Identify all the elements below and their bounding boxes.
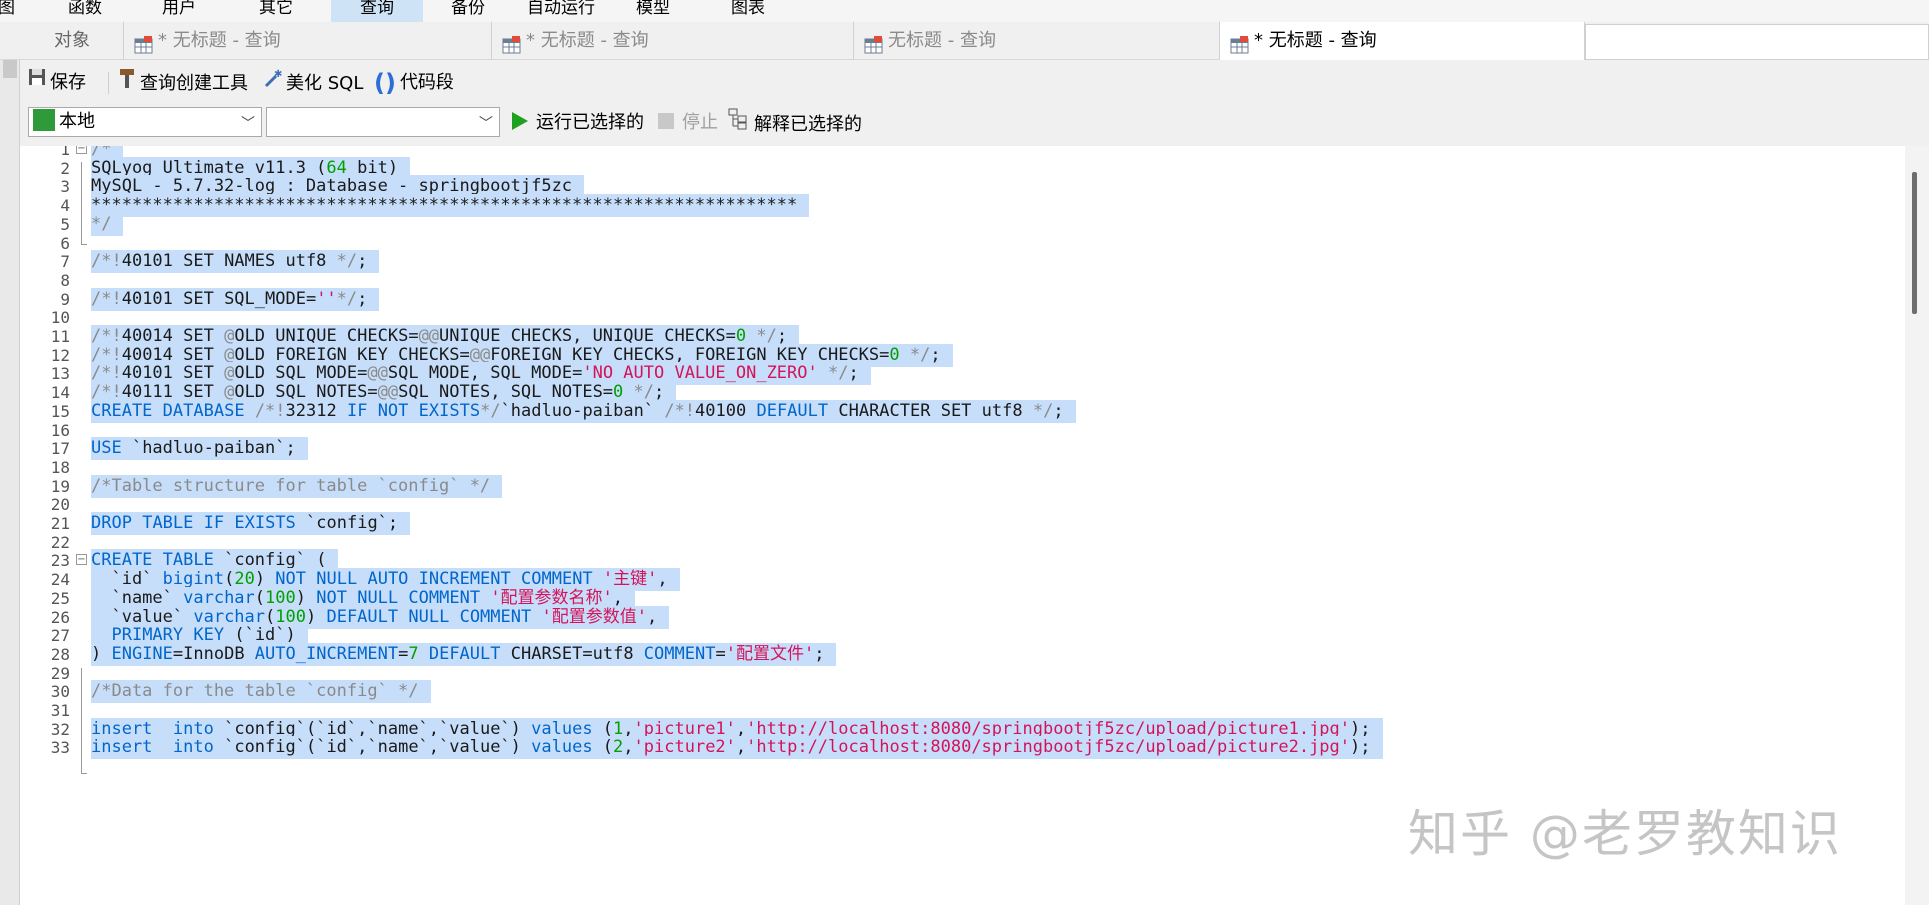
- menu-item-backup[interactable]: 备份: [445, 0, 491, 22]
- fold-guide: [81, 162, 82, 244]
- table-icon: [134, 30, 154, 54]
- watermark: 知乎 @老罗教知识: [1408, 805, 1842, 863]
- connection-row: 本地 ﹀ ﹀ 运行已选择的 停止 解释已选择的: [20, 104, 1929, 140]
- menu-item-schema[interactable]: 模型: [630, 0, 676, 22]
- toolbar-divider: [108, 72, 109, 94]
- chevron-down-icon: ﹀: [241, 116, 255, 132]
- sql-editor[interactable]: 1−/* 2 SQLyog Ultimate v11.3 (64 bit) 3 MySQ…: [20, 146, 1905, 905]
- menu-item-scheduled[interactable]: 自动运行: [521, 0, 601, 22]
- search-box[interactable]: [1585, 24, 1929, 60]
- menu-item-view[interactable]: 图: [0, 0, 21, 22]
- query-toolbar: 保存 查询创建工具 ✱ 美化 SQL () 代码段: [20, 62, 1929, 104]
- query-builder-button[interactable]: 查询创建工具: [118, 68, 248, 96]
- tab-query-2[interactable]: * 无标题 - 查询: [492, 22, 854, 60]
- connection-select[interactable]: 本地 ﹀: [28, 107, 262, 137]
- stop-icon: [658, 113, 674, 129]
- menu-item-charts[interactable]: 图表: [725, 0, 771, 22]
- query-builder-label: 查询创建工具: [140, 73, 248, 94]
- fold-guide-end: [81, 773, 87, 774]
- beautify-sql-button[interactable]: ✱ 美化 SQL: [262, 68, 364, 96]
- connection-icon: [33, 109, 55, 131]
- vertical-scrollbar[interactable]: [1905, 146, 1929, 905]
- fold-toggle-icon[interactable]: −: [76, 146, 87, 154]
- tab-label: 无标题 - 查询: [888, 30, 996, 51]
- menu-bar: 图 函数 用户 其它 查询 备份 自动运行 模型 图表: [0, 0, 1929, 22]
- fold-guide-end: [81, 244, 87, 245]
- magic-wand-icon: ✱: [262, 68, 282, 96]
- snippets-label: 代码段: [399, 72, 454, 93]
- save-icon: [28, 68, 46, 94]
- explain-selected-button[interactable]: 解释已选择的: [728, 108, 862, 138]
- line-number: 33: [50, 738, 70, 758]
- run-selected-label: 运行已选择的: [536, 112, 644, 133]
- save-button[interactable]: 保存: [28, 68, 86, 96]
- table-icon: [1230, 30, 1250, 54]
- run-selected-button[interactable]: 运行已选择的: [512, 110, 644, 136]
- stop-button[interactable]: 停止: [658, 110, 718, 136]
- code-line[interactable]: 33 insert into `config`(`id`,`name`,`valu…: [20, 736, 1905, 760]
- tab-query-3[interactable]: 无标题 - 查询: [854, 22, 1220, 60]
- menu-item-others[interactable]: 其它: [253, 0, 299, 22]
- table-icon: [864, 30, 884, 54]
- play-icon: [512, 112, 528, 130]
- tab-query-4[interactable]: * 无标题 - 查询: [1220, 22, 1585, 60]
- menu-item-query[interactable]: 查询: [331, 0, 423, 22]
- tab-query-1[interactable]: * 无标题 - 查询: [124, 22, 492, 60]
- menu-item-users[interactable]: 用户: [156, 0, 202, 22]
- menu-item-functions[interactable]: 函数: [62, 0, 108, 22]
- beautify-sql-label: 美化 SQL: [286, 73, 364, 94]
- tab-objects[interactable]: 对象: [20, 22, 124, 60]
- svg-text:✱: ✱: [274, 69, 282, 80]
- hammer-icon: [118, 68, 136, 96]
- scrollbar-thumb[interactable]: [1912, 172, 1917, 314]
- explain-icon: [728, 108, 750, 138]
- fold-toggle-icon[interactable]: −: [76, 554, 87, 566]
- table-icon: [502, 30, 522, 54]
- tab-label: * 无标题 - 查询: [158, 30, 281, 51]
- brackets-icon: (): [374, 69, 396, 97]
- database-select[interactable]: ﹀: [266, 107, 500, 137]
- tab-label: * 无标题 - 查询: [526, 30, 649, 51]
- chevron-down-icon: ﹀: [479, 116, 493, 132]
- code-text: insert into `config`(`id`,`name`,`value`…: [91, 736, 1383, 760]
- tab-label: 对象: [54, 30, 90, 51]
- tab-label: * 无标题 - 查询: [1254, 30, 1377, 51]
- save-label: 保存: [50, 72, 86, 93]
- object-browser-strip[interactable]: [0, 22, 20, 905]
- snippets-button[interactable]: () 代码段: [374, 70, 454, 96]
- connection-value: 本地: [59, 111, 95, 132]
- stop-label: 停止: [682, 112, 718, 133]
- explain-selected-label: 解释已选择的: [754, 114, 862, 135]
- fold-guide: [81, 668, 82, 773]
